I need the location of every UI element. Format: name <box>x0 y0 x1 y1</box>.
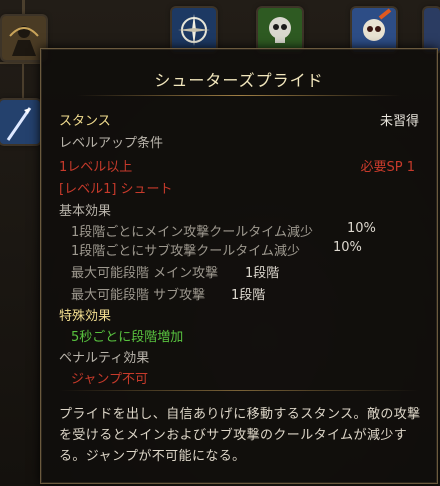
skill-tooltip: シューターズプライド スタンス 未習得 レベルアップ条件 1レベル以上 必要SP… <box>40 48 438 484</box>
required-skill: [レベル1] シュート <box>59 182 173 197</box>
requirement-header: レベルアップ条件 <box>59 136 164 151</box>
base-effect-value: 10% <box>333 240 362 255</box>
stance-label: スタンス <box>59 114 111 129</box>
skill-name: シューターズプライド <box>154 71 324 90</box>
skull-fire-skill-icon[interactable] <box>352 8 396 52</box>
special-effect-header: 特殊効果 <box>59 309 112 324</box>
arrow-skill-icon[interactable] <box>0 100 40 144</box>
skull-green-skill-icon[interactable] <box>258 8 302 52</box>
compass-skill-icon[interactable] <box>172 8 216 52</box>
penalty-header: ペナルティ効果 <box>59 351 150 366</box>
base-effect-label: 最大可能段階 メイン攻撃 <box>71 266 219 281</box>
special-effect: 5秒ごとに段階増加 <box>71 330 184 345</box>
description-divider <box>59 390 419 391</box>
learn-status: 未習得 <box>379 114 419 129</box>
base-effect-label: 最大可能段階 サブ攻撃 <box>71 288 206 303</box>
required-level: 1レベル以上 <box>59 160 133 175</box>
skill-tree-connector <box>22 64 24 104</box>
tree-edge-icon <box>424 8 440 52</box>
base-effect-label: 1段階ごとにサブ攻撃クールタイム減少 <box>71 244 301 259</box>
base-effect-value: 1段階 <box>245 266 280 281</box>
base-effect-label: 1段階ごとにメイン攻撃クールタイム減少 <box>71 225 314 240</box>
base-effect-value: 1段階 <box>231 288 266 303</box>
skill-tree-connector <box>0 62 40 64</box>
penalty-effect: ジャンプ不可 <box>71 372 148 387</box>
required-sp: 必要SP 1 <box>360 160 416 175</box>
skill-description: プライドを出し、自信ありげに移動するスタンス。敵の攻撃を受けるとメインおよびサブ… <box>59 407 421 464</box>
base-effect-header: 基本効果 <box>59 204 112 219</box>
title-divider <box>77 95 401 96</box>
base-effect-value: 10% <box>347 221 376 236</box>
